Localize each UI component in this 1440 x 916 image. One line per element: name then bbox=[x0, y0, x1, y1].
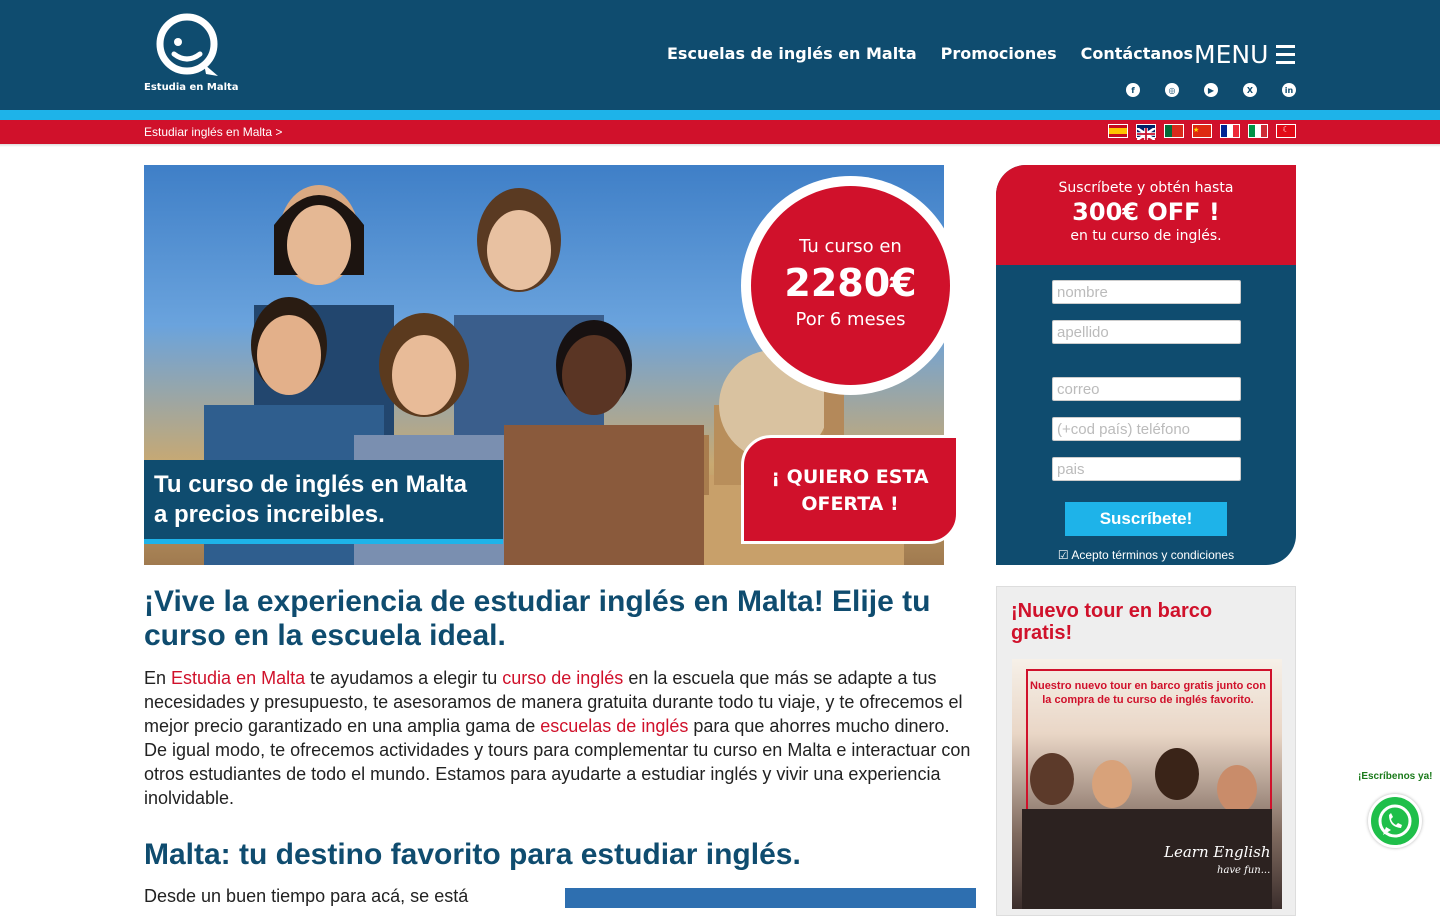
social-links: f ◎ ▶ X in bbox=[1126, 83, 1296, 97]
terms-checkbox[interactable]: ☑ Acepto términos y condiciones bbox=[996, 548, 1296, 562]
para-text: te ayudamos a elegir tu bbox=[305, 668, 503, 688]
hamburger-icon bbox=[1276, 45, 1296, 64]
price-duration: Por 6 meses bbox=[795, 309, 906, 330]
subscribe-form: Suscríbete y obtén hasta 300€ OFF ! en t… bbox=[996, 165, 1296, 565]
para-text: En bbox=[144, 668, 172, 688]
flag-es-icon[interactable] bbox=[1108, 124, 1128, 138]
subscribe-line3: en tu curso de inglés. bbox=[1070, 228, 1222, 244]
country-field[interactable] bbox=[1052, 457, 1241, 481]
whatsapp-label: ¡Escríbenos ya! bbox=[1358, 771, 1433, 782]
cyan-divider bbox=[0, 110, 1440, 120]
logo-text: Estudia en Malta bbox=[144, 82, 239, 93]
promo-fun-text: have fun... bbox=[1217, 865, 1271, 876]
boat-party-illustration bbox=[1022, 748, 1272, 909]
flag-it-icon[interactable] bbox=[1248, 124, 1268, 138]
nav-schools[interactable]: Escuelas de inglés en Malta bbox=[667, 44, 917, 63]
flag-zh-icon[interactable]: ★ bbox=[1192, 124, 1212, 138]
promo-image[interactable]: Nuestro nuevo tour en barco gratis junto… bbox=[1012, 659, 1282, 909]
hero-caption: Tu curso de inglés en Malta a precios in… bbox=[144, 460, 503, 544]
page-title: ¡Vive la experiencia de estudiar inglés … bbox=[144, 585, 931, 652]
facebook-icon[interactable]: f bbox=[1126, 83, 1140, 97]
subscribe-discount: 300€ OFF ! bbox=[1072, 198, 1220, 226]
flag-en-icon[interactable] bbox=[1136, 124, 1156, 142]
section-heading: Malta: tu destino favorito para estudiar… bbox=[144, 838, 801, 871]
section-image bbox=[565, 888, 976, 908]
subscribe-button[interactable]: Suscríbete! bbox=[1065, 502, 1227, 536]
link-curso-de-ingles[interactable]: curso de inglés bbox=[502, 668, 623, 688]
site-header: Estudia en Malta Escuelas de inglés en M… bbox=[0, 0, 1440, 110]
lastname-field[interactable] bbox=[1052, 320, 1241, 344]
email-field[interactable] bbox=[1052, 377, 1241, 401]
subscribe-line1: Suscríbete y obtén hasta bbox=[1058, 180, 1234, 196]
link-escuelas-de-ingles[interactable]: escuelas de inglés bbox=[540, 716, 688, 736]
want-offer-button[interactable]: ¡ QUIERO ESTA OFERTA ! bbox=[741, 435, 959, 544]
hero-caption-line1: Tu curso de inglés en Malta bbox=[154, 471, 467, 498]
section-paragraph: Desde un buen tiempo para acá, se está bbox=[144, 886, 469, 906]
whatsapp-icon bbox=[1378, 804, 1412, 838]
header-shadow bbox=[0, 144, 1440, 147]
linkedin-icon[interactable]: in bbox=[1282, 83, 1296, 97]
menu-label: MENU bbox=[1194, 40, 1269, 69]
breadcrumb[interactable]: Estudiar inglés en Malta > bbox=[144, 125, 282, 139]
promo-box: ¡Nuevo tour en barco gratis! Nuestro nue… bbox=[996, 586, 1296, 916]
intro-paragraph: En Estudia en Malta te ayudamos a elegir… bbox=[144, 666, 976, 810]
flag-pt-icon[interactable] bbox=[1164, 124, 1184, 138]
offer-line2: OFERTA ! bbox=[801, 493, 899, 515]
nav-promotions[interactable]: Promociones bbox=[941, 44, 1057, 63]
nav-contact[interactable]: Contáctanos bbox=[1081, 44, 1193, 63]
instagram-icon[interactable]: ◎ bbox=[1165, 83, 1179, 97]
subscribe-header: Suscríbete y obtén hasta 300€ OFF ! en t… bbox=[996, 165, 1296, 265]
language-flags: ★ ☾ bbox=[1108, 124, 1296, 142]
phone-field[interactable] bbox=[1052, 417, 1241, 441]
youtube-icon[interactable]: ▶ bbox=[1204, 83, 1218, 97]
offer-line1: ¡ QUIERO ESTA bbox=[771, 466, 929, 488]
breadcrumb-bar: Estudiar inglés en Malta > ★ ☾ bbox=[0, 120, 1440, 144]
flag-tr-icon[interactable]: ☾ bbox=[1276, 124, 1296, 138]
whatsapp-button[interactable] bbox=[1368, 794, 1422, 848]
menu-button[interactable]: MENU bbox=[1194, 40, 1296, 69]
price-prefix: Tu curso en bbox=[799, 236, 902, 257]
flag-fr-icon[interactable] bbox=[1220, 124, 1240, 138]
promo-learn-text: Learn English bbox=[1164, 843, 1271, 861]
x-icon[interactable]: X bbox=[1243, 83, 1257, 97]
name-field[interactable] bbox=[1052, 280, 1241, 304]
main-nav: Escuelas de inglés en Malta Promociones … bbox=[667, 44, 1193, 63]
promo-title: ¡Nuevo tour en barco gratis! bbox=[1011, 600, 1213, 644]
hero-caption-line2: a precios increibles. bbox=[154, 501, 385, 528]
link-estudia-en-malta[interactable]: Estudia en Malta bbox=[171, 668, 305, 688]
price-badge: Tu curso en 2280€ Por 6 meses bbox=[741, 176, 960, 395]
promo-image-text: Nuestro nuevo tour en barco gratis junto… bbox=[1030, 680, 1266, 706]
price-value: 2280€ bbox=[784, 261, 917, 305]
